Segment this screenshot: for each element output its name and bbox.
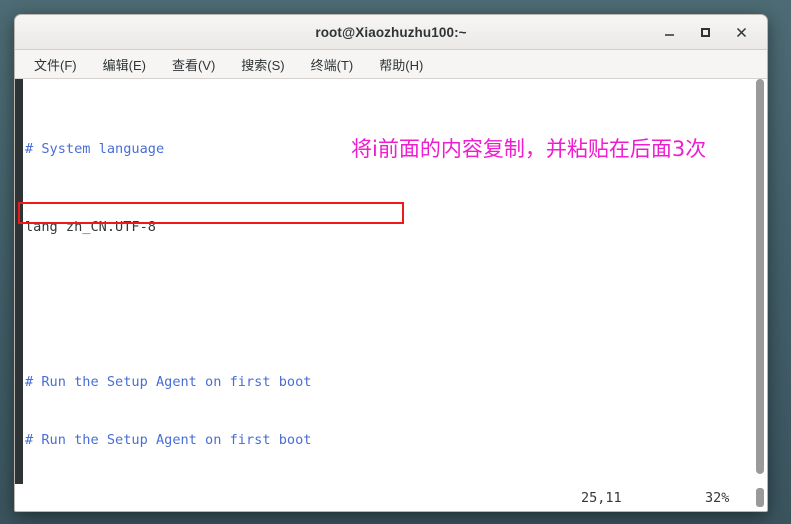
terminal-window: root@Xiaozhuzhu100:~ 文件(F) 编辑(E) 查看(V) 搜… <box>14 14 768 512</box>
maximize-icon[interactable] <box>695 22 715 42</box>
line-text: lang zh_CN.UTF- <box>25 218 148 235</box>
terminal-area[interactable]: # System language lang zh_CN.UTF-8 # Run… <box>15 79 767 484</box>
window-titlebar[interactable]: root@Xiaozhuzhu100:~ <box>15 15 767 50</box>
terminal-scrollbar[interactable] <box>753 79 767 484</box>
terminal-line: # Run the Setup Agent on first boot <box>25 373 753 392</box>
terminal-scrollbar-thumb[interactable] <box>756 79 764 474</box>
menu-item-view[interactable]: 查看(V) <box>169 53 218 76</box>
minimize-icon[interactable] <box>659 22 679 42</box>
menu-bar: 文件(F) 编辑(E) 查看(V) 搜索(S) 终端(T) 帮助(H) <box>15 50 767 79</box>
cursor-position: 25,11 <box>581 490 622 506</box>
menu-item-edit[interactable]: 编辑(E) <box>100 53 149 76</box>
terminal-line: lang zh_CN.UTF-8 <box>25 218 753 237</box>
terminal-text-buffer[interactable]: # System language lang zh_CN.UTF-8 # Run… <box>23 79 753 484</box>
menu-item-terminal[interactable]: 终端(T) <box>308 53 357 76</box>
window-controls <box>659 22 761 42</box>
status-bar: 25,11 32% <box>15 484 767 511</box>
terminal-line: # Run the Setup Agent on first boot <box>25 431 753 450</box>
line-text: 8 <box>147 218 156 235</box>
terminal-line: # System language <box>25 140 753 159</box>
line-text: # System language <box>25 141 165 158</box>
close-icon[interactable] <box>731 22 751 42</box>
menu-item-help[interactable]: 帮助(H) <box>376 53 426 76</box>
window-title: root@Xiaozhuzhu100:~ <box>315 24 467 40</box>
terminal-left-gutter <box>15 79 23 484</box>
status-scrollbar-thumb[interactable] <box>756 488 764 507</box>
scroll-percent: 32% <box>705 490 730 506</box>
line-text: # Run the Setup Agent on first boot <box>25 374 312 391</box>
line-text: # Run the Setup Agent on first boot <box>25 432 312 449</box>
menu-item-search[interactable]: 搜索(S) <box>238 53 287 76</box>
desktop-background: root@Xiaozhuzhu100:~ 文件(F) 编辑(E) 查看(V) 搜… <box>0 0 791 524</box>
menu-item-file[interactable]: 文件(F) <box>31 53 80 76</box>
